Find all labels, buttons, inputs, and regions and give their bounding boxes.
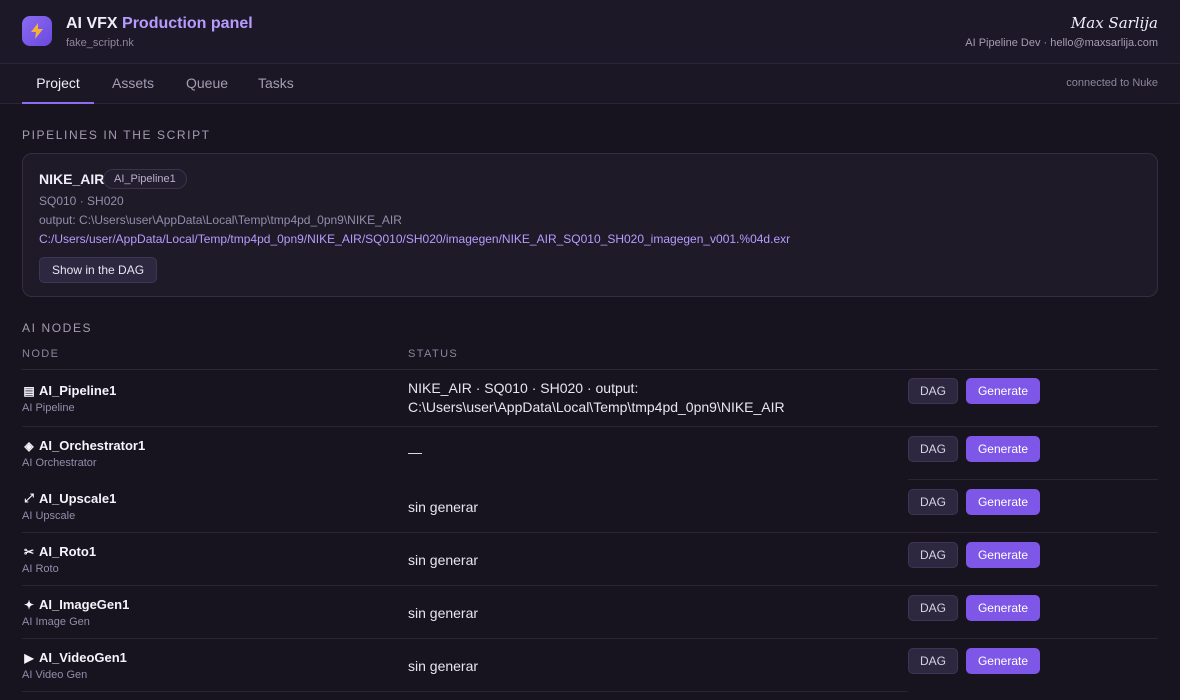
sparkle-icon: ✦ [23,597,35,612]
table-row: ✂ AI_Roto1 AI Roto sin generar DAG Gener… [22,533,1158,586]
node-type: AI Roto [22,563,59,575]
node-name: ✦ AI_ImageGen1 [22,597,129,612]
app-title-accent: Production panel [122,15,253,32]
pipelines-section-title: PIPELINES IN THE SCRIPT [22,128,211,142]
user-meta: AI Pipeline Dev · hello@maxsarlija.com [965,37,1158,49]
node-name: ◈ AI_Orchestrator1 [22,438,145,453]
generate-button[interactable]: Generate [966,436,1040,462]
generate-button[interactable]: Generate [966,378,1040,404]
node-status: sin generar [408,552,479,568]
generate-button[interactable]: Generate [966,489,1040,515]
node-type: AI Image Gen [22,616,90,628]
node-name: ✂ AI_Roto1 [22,544,96,559]
table-row: ▶ AI_VideoGen1 AI Video Gen sin generar … [22,639,1158,692]
pipeline-icon: ▤ [23,383,35,398]
node-status-line: C:\Users\user\AppData\Local\Temp\tmp4pd_… [408,399,785,415]
node-status: sin generar [408,658,479,674]
node-name-label: AI_Roto1 [39,544,97,559]
node-type: AI Orchestrator [22,457,97,469]
tab-assets[interactable]: Assets [112,64,154,104]
app-logo [22,16,52,46]
node-status: NIKE_AIR · SQ010 · SH020 · output: C:\Us… [408,379,785,417]
node-type: AI Video Gen [22,669,88,681]
pipeline-shots: SQ010 · SH020 [39,194,124,208]
node-status: sin generar [408,499,479,515]
node-type: AI Pipeline [22,402,75,414]
tab-tasks[interactable]: Tasks [258,64,294,104]
orchestrator-icon: ◈ [24,438,34,453]
tab-bar: Project Assets Queue Tasks connected to … [0,64,1180,104]
dag-button[interactable]: DAG [908,436,958,462]
app-title: AI VFX Production panel [66,15,253,33]
node-status: — [408,444,422,460]
node-name-label: AI_ImageGen1 [39,597,130,612]
node-type: AI Upscale [22,510,76,522]
pipeline-output: output: C:\Users\user\AppData\Local\Temp… [39,213,402,227]
app-title-prefix: AI VFX [66,15,118,32]
script-file-name: fake_script.nk [66,37,134,49]
pipeline-card: NIKE_AIR AI_Pipeline1 SQ010 · SH020 outp… [22,153,1158,297]
play-icon: ▶ [24,650,34,665]
scissors-icon: ✂ [23,544,35,559]
row-divider [22,691,908,692]
node-status: sin generar [408,605,479,621]
node-name-label: AI_VideoGen1 [39,650,127,665]
show-in-dag-button[interactable]: Show in the DAG [39,257,158,283]
column-header-status: STATUS [408,348,459,360]
dag-button[interactable]: DAG [908,595,958,621]
generate-button[interactable]: Generate [966,542,1040,568]
column-header-node: NODE [22,348,60,360]
node-name-label: AI_Upscale1 [39,491,117,506]
node-name: ▤ AI_Pipeline1 [22,383,116,398]
generate-button[interactable]: Generate [966,648,1040,674]
pipeline-node-badge: AI_Pipeline1 [103,169,187,189]
upscale-icon: ⤢ [24,491,34,505]
connection-status: connected to Nuke [1066,77,1158,89]
table-row: ⤢ AI_Upscale1 AI Upscale sin generar DAG… [22,480,1158,533]
dag-button[interactable]: DAG [908,542,958,568]
pipeline-name: NIKE_AIR [39,171,105,187]
lightning-icon [31,23,43,39]
app-header: AI VFX Production panel fake_script.nk M… [0,0,1180,64]
dag-button[interactable]: DAG [908,489,958,515]
tab-queue[interactable]: Queue [186,64,228,104]
tab-project[interactable]: Project [22,64,94,104]
node-name: ▶ AI_VideoGen1 [22,650,127,665]
nodes-section-title: AI NODES [22,321,93,335]
table-row: ✦ AI_ImageGen1 AI Image Gen sin generar … [22,586,1158,639]
node-name-label: AI_Orchestrator1 [39,438,146,453]
table-row: ◈ AI_Orchestrator1 AI Orchestrator — DAG… [22,427,1158,480]
user-name: Max Sarlija [1070,14,1158,32]
node-name: ⤢ AI_Upscale1 [22,491,116,506]
dag-button[interactable]: DAG [908,378,958,404]
table-row: ▤ AI_Pipeline1 AI Pipeline NIKE_AIR · SQ… [22,370,1158,427]
node-name-label: AI_Pipeline1 [39,383,117,398]
pipeline-render-path[interactable]: C:/Users/user/AppData/Local/Temp/tmp4pd_… [39,232,790,246]
dag-button[interactable]: DAG [908,648,958,674]
node-status-line: NIKE_AIR · SQ010 · SH020 · output: [408,380,639,396]
generate-button[interactable]: Generate [966,595,1040,621]
